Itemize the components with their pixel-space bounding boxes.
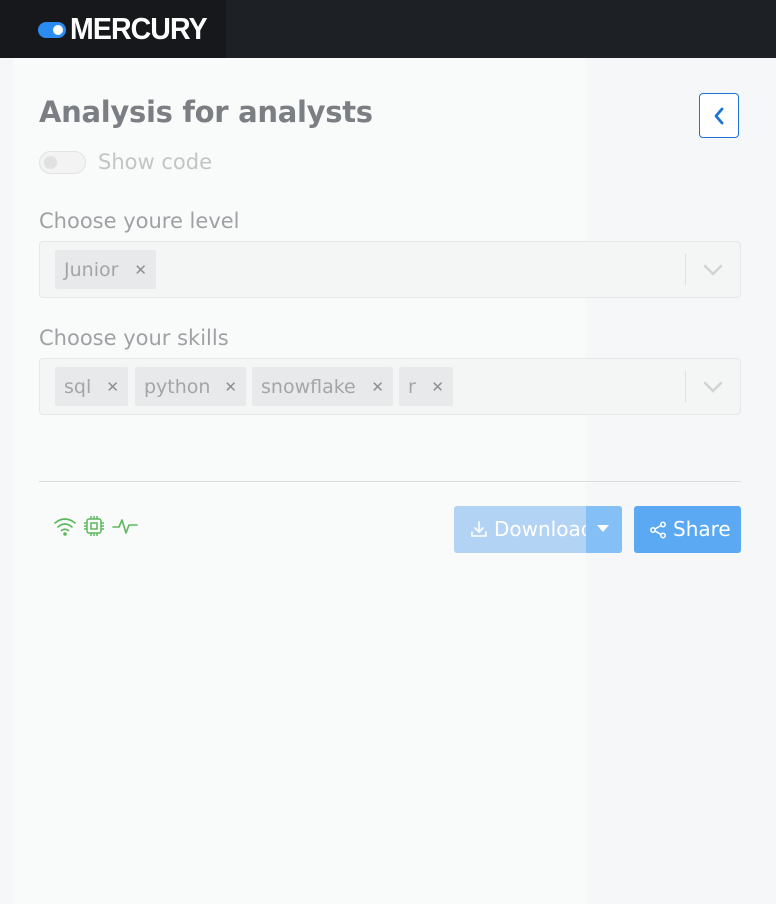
show-code-label: Show code <box>98 150 212 174</box>
chip-label: sql <box>64 375 92 398</box>
show-code-toggle[interactable] <box>39 151 86 174</box>
remove-chip-icon[interactable]: ✕ <box>371 378 384 396</box>
divider <box>39 481 741 482</box>
level-select[interactable]: Junior ✕ <box>39 241 741 298</box>
skill-chip[interactable]: python ✕ <box>135 367 246 406</box>
skills-field-label: Choose your skills <box>39 326 229 350</box>
wifi-icon <box>54 518 76 536</box>
page-title: Analysis for analysts <box>39 95 373 129</box>
download-button[interactable]: Download <box>454 506 622 553</box>
cpu-icon <box>84 516 104 536</box>
download-main-button[interactable]: Download <box>454 506 593 553</box>
brand-name: MERCURY <box>70 11 208 46</box>
select-divider <box>685 254 686 285</box>
brand-toggle-icon <box>38 22 66 38</box>
remove-chip-icon[interactable]: ✕ <box>431 378 444 396</box>
collapse-sidebar-button[interactable] <box>699 93 739 138</box>
skill-chip[interactable]: snowflake ✕ <box>252 367 393 406</box>
remove-chip-icon[interactable]: ✕ <box>224 378 237 396</box>
download-icon <box>471 521 487 537</box>
share-icon <box>650 521 666 539</box>
chip-label: Junior <box>64 258 119 281</box>
level-chip[interactable]: Junior ✕ <box>55 250 156 289</box>
chip-label: python <box>144 375 211 398</box>
chip-label: snowflake <box>261 375 356 398</box>
select-divider <box>685 371 686 402</box>
activity-icon <box>112 519 138 534</box>
download-label: Download <box>494 517 594 541</box>
chevron-down-icon[interactable] <box>702 377 724 397</box>
brand-logo[interactable]: MERCURY <box>0 0 226 58</box>
skill-chip[interactable]: sql ✕ <box>55 367 128 406</box>
level-field-label: Choose youre level <box>39 209 240 233</box>
skill-chip[interactable]: r ✕ <box>399 367 453 406</box>
top-navbar: MERCURY <box>0 0 776 58</box>
remove-chip-icon[interactable]: ✕ <box>134 261 147 279</box>
share-label: Share <box>673 517 731 541</box>
download-dropdown-toggle[interactable] <box>586 506 622 553</box>
skills-select[interactable]: sql ✕ python ✕ snowflake ✕ r ✕ <box>39 358 741 415</box>
chevron-left-icon <box>714 107 724 124</box>
chip-label: r <box>408 375 416 398</box>
remove-chip-icon[interactable]: ✕ <box>106 378 119 396</box>
share-button[interactable]: Share <box>634 506 741 553</box>
chevron-down-icon[interactable] <box>702 260 724 280</box>
